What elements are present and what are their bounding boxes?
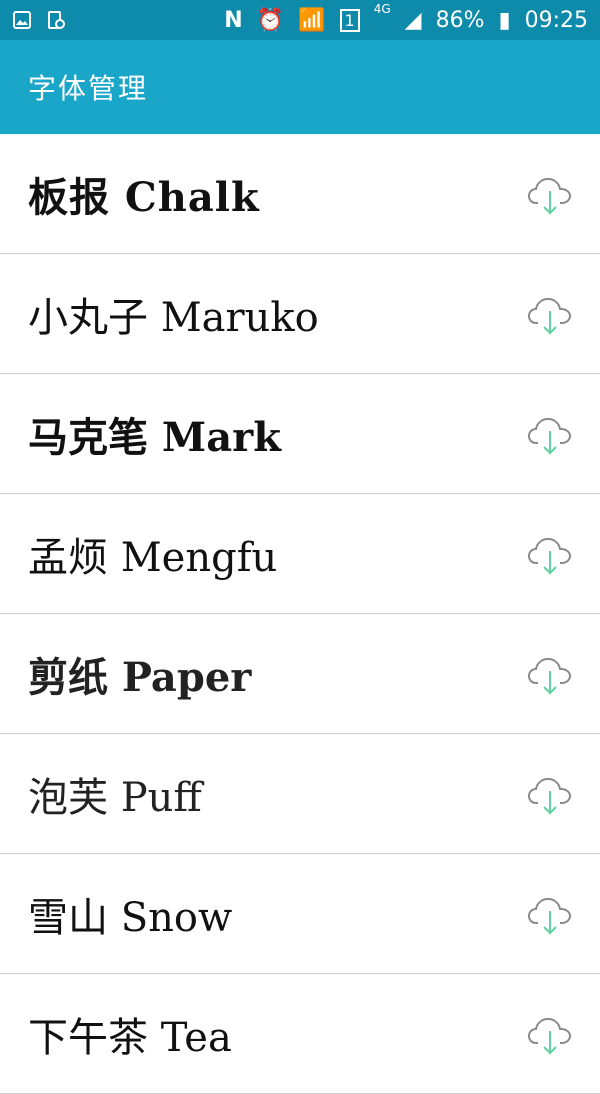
cloud-download-icon[interactable] bbox=[526, 290, 574, 338]
screenshot-icon bbox=[46, 10, 66, 30]
alarm-icon: ⏰ bbox=[256, 7, 285, 33]
cloud-download-icon[interactable] bbox=[526, 170, 574, 218]
font-row-puff[interactable]: 泡芙 Puff bbox=[0, 734, 600, 854]
font-row-paper[interactable]: 剪纸 Paper bbox=[0, 614, 600, 734]
cloud-download-icon[interactable] bbox=[526, 650, 574, 698]
font-list: 板报 Chalk 小丸子 Maruko 马克笔 Mark 孟烦 Mengfu 剪… bbox=[0, 134, 600, 1094]
battery-percent: 86% bbox=[435, 7, 485, 33]
cloud-download-icon[interactable] bbox=[526, 770, 574, 818]
wifi-icon: 📶 bbox=[298, 7, 326, 33]
font-row-maruko[interactable]: 小丸子 Maruko bbox=[0, 254, 600, 374]
nfc-icon: N bbox=[224, 7, 243, 33]
font-row-chalk[interactable]: 板报 Chalk bbox=[0, 134, 600, 254]
cloud-download-icon[interactable] bbox=[526, 530, 574, 578]
font-row-snow[interactable]: 雪山 Snow bbox=[0, 854, 600, 974]
font-name: 小丸子 Maruko bbox=[28, 294, 319, 341]
status-bar: N ⏰ 📶 1 4G ◢ 86% ▮ 09:25 bbox=[0, 0, 600, 40]
clock-time: 09:25 bbox=[524, 7, 588, 33]
cloud-download-icon[interactable] bbox=[526, 890, 574, 938]
font-name: 下午茶 Tea bbox=[28, 1014, 232, 1061]
page-title: 字体管理 bbox=[28, 72, 149, 105]
font-name: 孟烦 Mengfu bbox=[28, 534, 278, 581]
battery-icon: ▮ bbox=[498, 7, 511, 33]
cloud-download-icon[interactable] bbox=[526, 410, 574, 458]
network-type: 4G bbox=[373, 1, 391, 16]
font-row-mark[interactable]: 马克笔 Mark bbox=[0, 374, 600, 494]
font-row-mengfu[interactable]: 孟烦 Mengfu bbox=[0, 494, 600, 614]
signal-icon: ◢ bbox=[404, 7, 422, 33]
cloud-download-icon[interactable] bbox=[526, 1010, 574, 1058]
font-name: 泡芙 Puff bbox=[28, 774, 202, 821]
sim-icon: 1 bbox=[339, 8, 360, 32]
font-name: 剪纸 Paper bbox=[28, 653, 252, 701]
font-name: 雪山 Snow bbox=[28, 894, 233, 941]
font-name: 马克笔 Mark bbox=[28, 413, 281, 461]
font-row-tea[interactable]: 下午茶 Tea bbox=[0, 974, 600, 1094]
gallery-icon bbox=[12, 10, 32, 30]
app-bar: 字体管理 bbox=[0, 40, 600, 134]
font-name: 板报 Chalk bbox=[28, 173, 260, 221]
